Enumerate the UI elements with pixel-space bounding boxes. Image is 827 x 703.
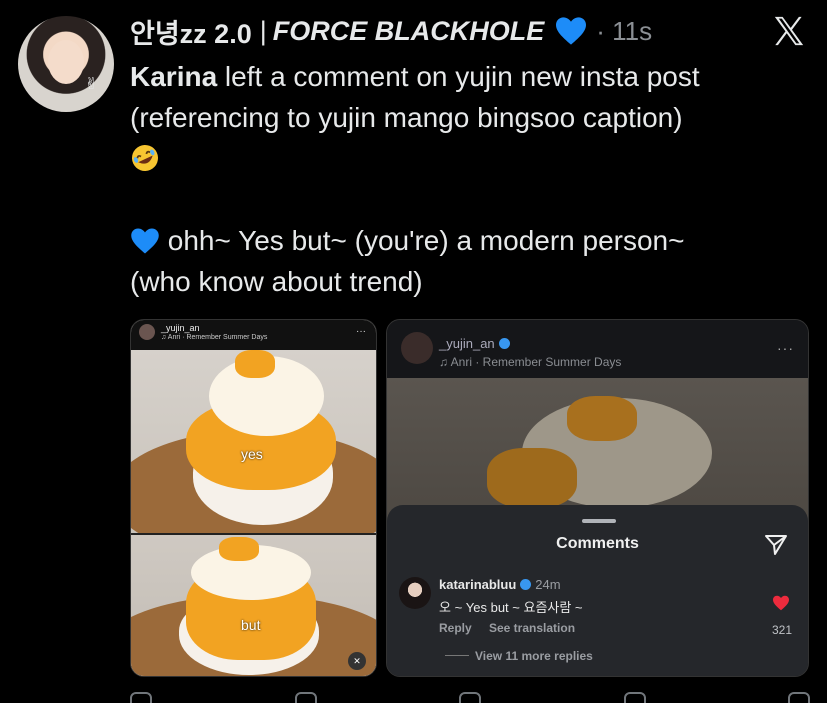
media-image-right[interactable]: _yujin_an ♫ Anri · Remember Summer Days … xyxy=(386,319,809,677)
verified-icon xyxy=(498,338,510,349)
post-username: _yujin_an xyxy=(439,336,510,351)
heart-icon[interactable] xyxy=(772,595,790,611)
comment-text: 오 ~ Yes but ~ 요즘사람 ~ xyxy=(439,600,583,615)
commenter-line: katarinabluu 24m xyxy=(439,577,561,592)
see-translation-button[interactable]: See translation xyxy=(489,621,575,635)
verified-icon xyxy=(520,579,532,590)
commenter-avatar[interactable] xyxy=(399,577,431,609)
tweet-line-3 xyxy=(130,138,810,179)
mango-cubes xyxy=(219,537,259,561)
reply-icon[interactable] xyxy=(130,692,152,703)
reply-button[interactable]: Reply xyxy=(439,621,472,635)
author-avatar[interactable]: ✌ xyxy=(18,16,114,112)
mute-icon[interactable]: ✕ xyxy=(348,652,366,670)
mango-topping xyxy=(487,448,577,508)
like-count: 321 xyxy=(771,623,792,637)
send-icon[interactable] xyxy=(764,533,788,557)
bingsu-photo-top: yes xyxy=(131,350,376,533)
mango-cubes xyxy=(235,350,275,378)
post-avatar xyxy=(401,332,433,364)
tweet-header: 안녕zz 2.0 | FORCE BLACKHOLE · 11s xyxy=(130,12,652,51)
blue-heart-icon xyxy=(556,17,587,45)
avatar-face xyxy=(48,40,84,84)
author-username[interactable]: 안녕zz 2.0 xyxy=(130,12,252,51)
post-header: _yujin_an ♫ Anri · Remember Summer Days … xyxy=(387,320,808,378)
mention-karina: Karina xyxy=(130,61,218,92)
peace-sign-icon: ✌ xyxy=(84,76,98,93)
rofl-emoji-icon xyxy=(132,145,158,171)
retweet-icon[interactable] xyxy=(294,692,317,703)
more-icon: ··· xyxy=(777,340,794,356)
story-music: ♫ Anri · Remember Summer Days xyxy=(161,334,268,341)
name-separator: | xyxy=(259,15,267,46)
tweet-timestamp[interactable]: · 11s xyxy=(596,16,652,47)
tweet-line-1-text: left a comment on yujin new insta post xyxy=(217,61,700,92)
overlay-word-but: but xyxy=(241,617,261,633)
translation-text-1: ohh~ Yes but~ (you're) a modern person~ xyxy=(160,225,685,256)
story-username: _yujin_an xyxy=(161,323,200,333)
comments-sheet: Comments katarinabluu 24m 오 ~ Yes but ~ 요… xyxy=(387,505,808,676)
comment-time: 24m xyxy=(535,577,561,592)
story-header: _yujin_an ♫ Anri · Remember Summer Days … xyxy=(131,320,376,350)
x-logo-icon[interactable] xyxy=(772,14,806,48)
story-avatar xyxy=(139,324,155,340)
views-icon[interactable] xyxy=(623,692,646,703)
share-icon[interactable] xyxy=(788,692,810,703)
post-music: ♫ Anri · Remember Summer Days xyxy=(439,355,622,369)
commenter-username[interactable]: katarinabluu xyxy=(439,577,516,592)
author-display-name[interactable]: FORCE BLACKHOLE xyxy=(273,16,545,47)
mango-cubes xyxy=(567,396,637,441)
blue-heart-icon xyxy=(131,228,159,254)
like-icon[interactable] xyxy=(459,692,481,703)
tweet-body: Karina left a comment on yujin new insta… xyxy=(130,56,810,302)
tweet-line-1: Karina left a comment on yujin new insta… xyxy=(130,56,810,97)
more-icon: ··· xyxy=(356,326,366,337)
translation-text-2: (who know about trend) xyxy=(130,266,423,297)
bingsu-photo-bottom: but ✕ xyxy=(131,533,376,676)
media-image-left[interactable]: _yujin_an ♫ Anri · Remember Summer Days … xyxy=(130,319,377,677)
view-more-replies[interactable]: View 11 more replies xyxy=(445,649,593,663)
sheet-grabber[interactable] xyxy=(582,519,616,523)
overlay-word-yes: yes xyxy=(241,446,263,462)
tweet-spacer xyxy=(130,179,810,220)
tweet-line-2: (referencing to yujin mango bingsoo capt… xyxy=(130,102,683,133)
tweet-line-5: ohh~ Yes but~ (you're) a modern person~ xyxy=(130,220,810,261)
post-username-text: _yujin_an xyxy=(439,336,495,351)
tweet-action-bar xyxy=(130,692,810,703)
comments-title: Comments xyxy=(556,535,639,552)
